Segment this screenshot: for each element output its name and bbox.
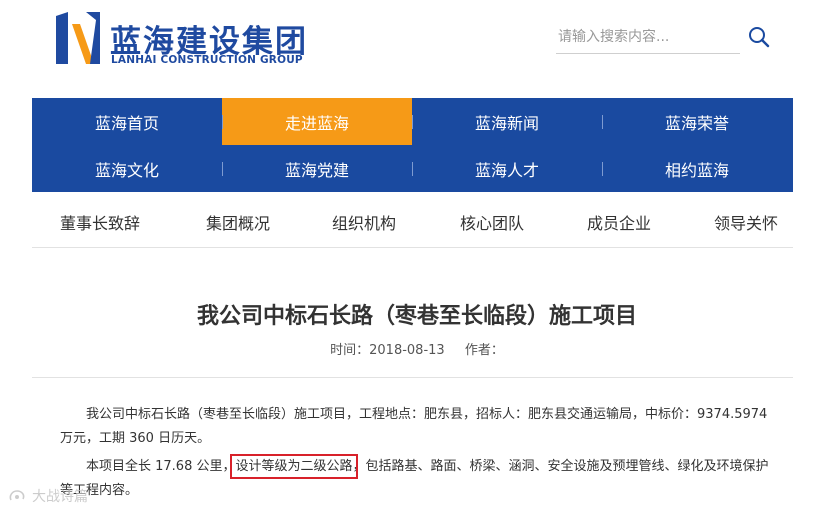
- paragraph-text: 本项目全长 17.68 公里，: [86, 459, 236, 474]
- nav-item-home[interactable]: 蓝海首页: [32, 98, 222, 145]
- nav-item-honors[interactable]: 蓝海荣誉: [602, 98, 792, 145]
- search-input[interactable]: [556, 20, 740, 54]
- article-date: 时间：2018-08-13: [330, 343, 445, 358]
- sub-nav: 董事长致辞 集团概况 组织机构 核心团队 成员企业 领导关怀: [32, 192, 793, 248]
- highlighted-text: 设计等级为二级公路: [230, 454, 358, 479]
- nav-item-talent[interactable]: 蓝海人才: [412, 145, 602, 192]
- nav-separator: [222, 162, 223, 176]
- logo-english-text: LANHAI CONSTRUCTION GROUP: [111, 54, 303, 66]
- search-icon[interactable]: [748, 26, 770, 48]
- nav-separator: [412, 162, 413, 176]
- nav-separator: [602, 162, 603, 176]
- nav-item-about[interactable]: 走进蓝海: [222, 98, 412, 145]
- subnav-item-core-team[interactable]: 核心团队: [460, 210, 524, 234]
- main-nav: 蓝海首页 走进蓝海 蓝海新闻 蓝海荣誉 蓝海文化 蓝海党建 蓝海人才 相约蓝海: [32, 98, 793, 192]
- nav-separator: [412, 115, 413, 129]
- nav-item-party[interactable]: 蓝海党建: [222, 145, 412, 192]
- nav-separator: [602, 115, 603, 129]
- nav-item-culture[interactable]: 蓝海文化: [32, 145, 222, 192]
- nav-separator: [222, 115, 223, 129]
- article-meta: 时间：2018-08-13 作者：: [0, 339, 834, 358]
- site-logo[interactable]: 蓝海建设集团 LANHAI CONSTRUCTION GROUP: [56, 10, 326, 70]
- subnav-item-member-companies[interactable]: 成员企业: [587, 210, 651, 234]
- site-header: 蓝海建设集团 LANHAI CONSTRUCTION GROUP: [0, 0, 834, 98]
- article-author: 作者：: [464, 343, 504, 358]
- nav-item-news[interactable]: 蓝海新闻: [412, 98, 602, 145]
- lanhai-logo-icon: [56, 12, 100, 64]
- watermark-text: 大战诗篇: [32, 489, 88, 505]
- article-paragraph: 我公司中标石长路（枣巷至长临段）施工项目，工程地点：肥东县，招标人：肥东县交通运…: [60, 407, 768, 446]
- content-divider: [32, 377, 793, 378]
- search-box: [556, 20, 776, 54]
- watermark: 大战诗篇: [8, 486, 88, 506]
- subnav-item-leadership-care[interactable]: 领导关怀: [714, 210, 778, 234]
- watermark-icon: [9, 490, 25, 501]
- nav-item-contact[interactable]: 相约蓝海: [602, 145, 792, 192]
- subnav-item-group-overview[interactable]: 集团概况: [206, 210, 270, 234]
- subnav-item-chairman-speech[interactable]: 董事长致辞: [60, 210, 140, 234]
- subnav-item-organization[interactable]: 组织机构: [332, 210, 396, 234]
- article-paragraph: 本项目全长 17.68 公里，设计等级为二级公路，包括路基、路面、桥梁、涵洞、安…: [60, 454, 772, 503]
- article-title: 我公司中标石长路（枣巷至长临段）施工项目: [196, 304, 637, 329]
